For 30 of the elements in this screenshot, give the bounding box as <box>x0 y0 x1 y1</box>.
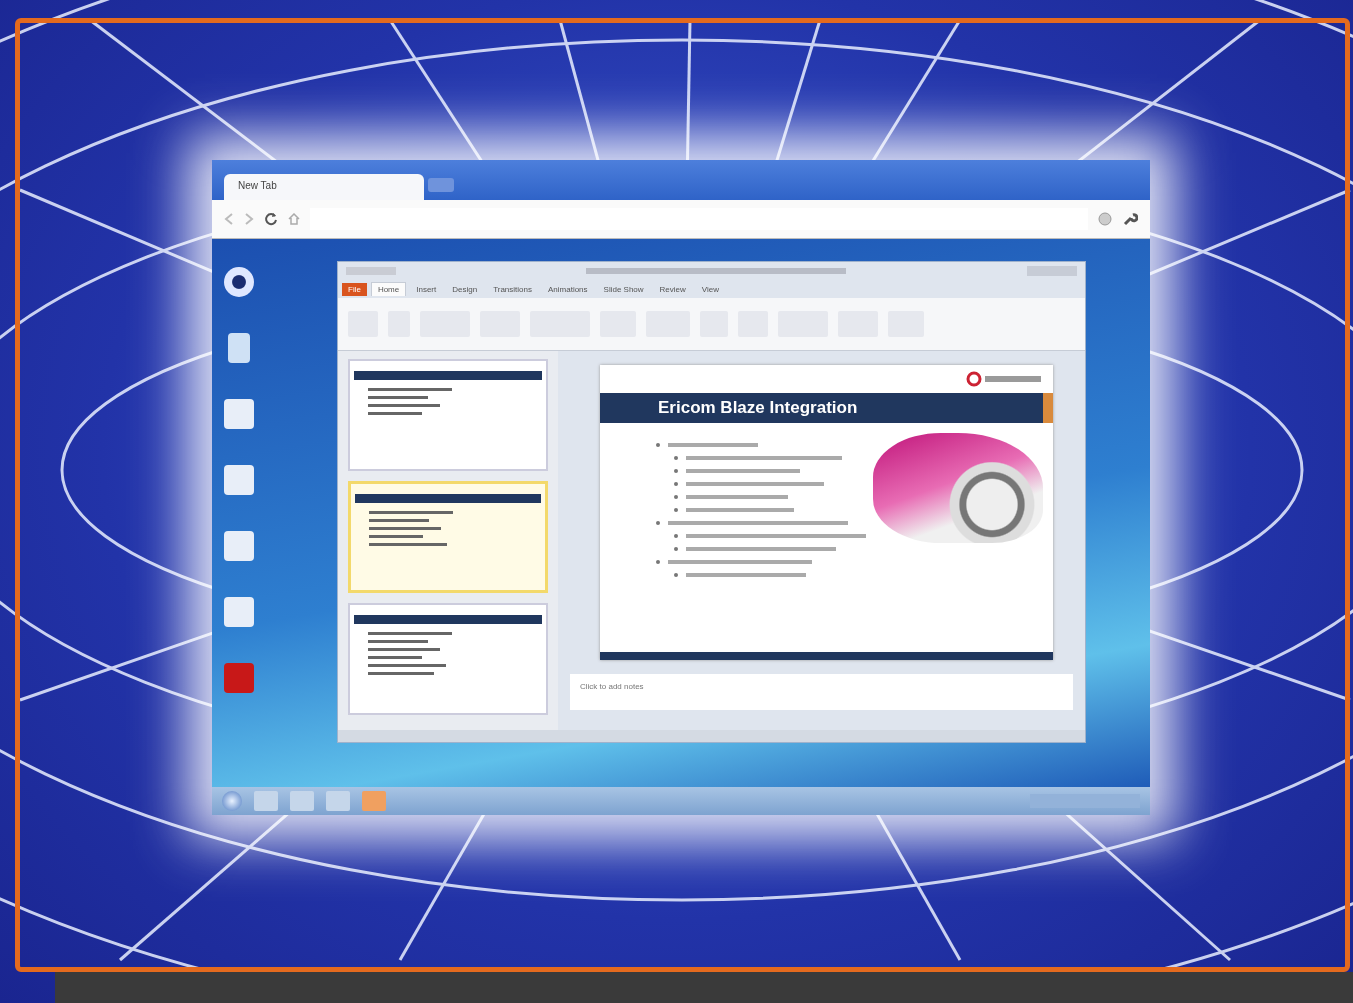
ribbon-tab[interactable]: Slide Show <box>597 282 650 296</box>
ribbon-tab[interactable]: Home <box>370 282 407 296</box>
desktop-shortcut-icon[interactable] <box>224 267 254 297</box>
slide-thumbnail[interactable] <box>348 481 548 593</box>
taskbar-app-icon[interactable] <box>326 791 350 811</box>
new-tab-button[interactable] <box>428 178 454 192</box>
slide-thumbnail[interactable] <box>348 603 548 715</box>
title-accent-stripe <box>1043 393 1053 423</box>
ribbon-tab[interactable]: Animations <box>542 282 594 296</box>
ribbon-tab[interactable]: Review <box>653 282 692 296</box>
window-controls[interactable] <box>1027 266 1077 276</box>
ribbon-tab[interactable]: Transitions <box>487 282 538 296</box>
quick-access-toolbar[interactable] <box>346 267 396 275</box>
ribbon-tab[interactable]: Design <box>446 282 484 296</box>
slide-thumbnail[interactable] <box>348 359 548 471</box>
back-icon[interactable] <box>224 213 234 225</box>
start-button-icon[interactable] <box>222 791 242 811</box>
notes-field[interactable]: Click to add notes <box>570 674 1073 710</box>
reload-icon[interactable] <box>264 212 278 226</box>
slide-title: Ericom Blaze Integration <box>658 398 858 418</box>
forward-icon[interactable] <box>244 213 254 225</box>
ribbon-tab[interactable]: Insert <box>410 282 443 296</box>
taskbar-app-icon[interactable] <box>362 791 386 811</box>
taskbar-app-icon[interactable] <box>254 791 278 811</box>
taskbar-app-icon[interactable] <box>290 791 314 811</box>
ribbon-tab[interactable]: View <box>695 282 726 296</box>
browser-tab[interactable]: New Tab <box>224 174 424 200</box>
home-icon[interactable] <box>288 213 300 225</box>
ribbon-tab[interactable]: File <box>342 282 367 296</box>
wrench-icon[interactable] <box>1122 211 1138 227</box>
